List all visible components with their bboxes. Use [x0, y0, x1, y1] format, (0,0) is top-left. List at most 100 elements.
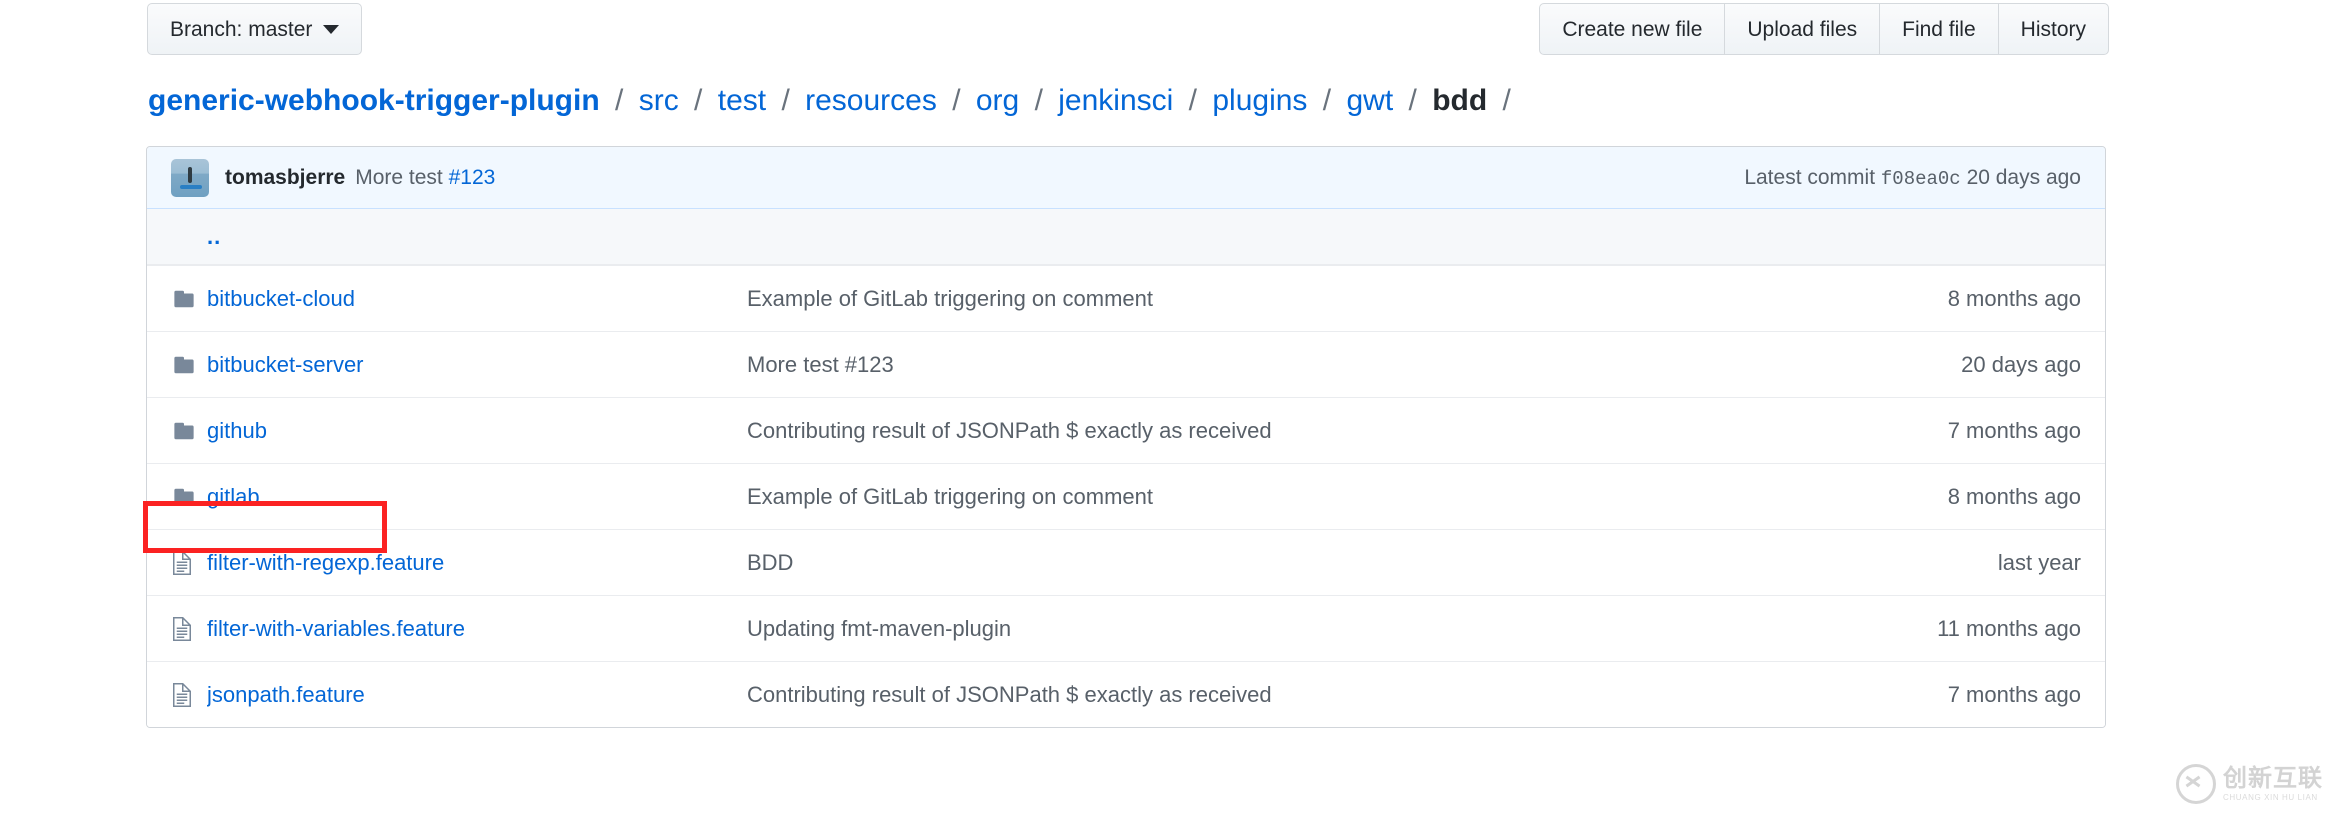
avatar	[171, 159, 209, 197]
row-name-cell: bitbucket-server	[207, 352, 747, 378]
row-age-cell: 8 months ago	[1745, 484, 2105, 510]
commit-issue-ref-link[interactable]: #123	[449, 166, 496, 189]
folder-icon	[171, 288, 197, 310]
breadcrumb-item-repo[interactable]: generic-webhook-trigger-plugin	[148, 84, 600, 117]
breadcrumb-separator: /	[1028, 84, 1050, 117]
row-message-cell: Example of GitLab triggering on comment	[747, 484, 1745, 510]
create-new-file-label: Create new file	[1562, 19, 1702, 40]
row-icon-cell	[147, 617, 207, 641]
parent-directory-label[interactable]: ..	[207, 224, 747, 250]
row-name-cell: bitbucket-cloud	[207, 286, 747, 312]
row-message-cell: More test #123	[747, 352, 1745, 378]
breadcrumb-item-bdd: bdd	[1432, 84, 1487, 117]
breadcrumb-separator: /	[774, 84, 796, 117]
watermark-logo-icon	[2176, 764, 2216, 804]
row-age-cell: 7 months ago	[1745, 682, 2105, 708]
row-age-cell: 11 months ago	[1745, 616, 2105, 642]
file-link[interactable]: jsonpath.feature	[207, 682, 365, 707]
latest-commit-meta: Latest commit f08ea0c 20 days ago	[1744, 166, 2081, 190]
file-link[interactable]: bitbucket-server	[207, 352, 364, 377]
row-age-cell: 7 months ago	[1745, 418, 2105, 444]
create-new-file-button[interactable]: Create new file	[1539, 3, 1725, 55]
parent-directory-row[interactable]: ..	[147, 209, 2105, 265]
file-link[interactable]: bitbucket-cloud	[207, 286, 355, 311]
table-row[interactable]: github Contributing result of JSONPath $…	[147, 397, 2105, 463]
watermark-cn-text: 创新互联	[2223, 767, 2323, 791]
row-age-cell: last year	[1745, 550, 2105, 576]
table-row[interactable]: filter-with-variables.feature Updating f…	[147, 595, 2105, 661]
row-name-cell: filter-with-variables.feature	[207, 616, 747, 642]
folder-icon	[171, 420, 197, 442]
watermark: 创新互联 CHUANG XIN HU LIAN	[2176, 764, 2323, 804]
row-age-cell: 8 months ago	[1745, 286, 2105, 312]
row-message-cell: Updating fmt-maven-plugin	[747, 616, 1745, 642]
row-message-cell: Example of GitLab triggering on comment	[747, 286, 1745, 312]
upload-files-button[interactable]: Upload files	[1724, 3, 1880, 55]
breadcrumb: generic-webhook-trigger-plugin / src / t…	[148, 80, 1518, 122]
row-name-cell: jsonpath.feature	[207, 682, 747, 708]
branch-selector-button[interactable]: Branch: master	[147, 3, 362, 55]
table-row[interactable]: jsonpath.feature Contributing result of …	[147, 661, 2105, 727]
latest-commit-bar: tomasbjerre More test #123 Latest commit…	[147, 147, 2105, 209]
row-icon-cell	[147, 486, 207, 508]
breadcrumb-item-resources[interactable]: resources	[805, 84, 937, 117]
row-name-cell: filter-with-regexp.feature	[207, 550, 747, 576]
row-age-cell: 20 days ago	[1745, 352, 2105, 378]
breadcrumb-item-org[interactable]: org	[976, 84, 1019, 117]
breadcrumb-item-jenkinsci[interactable]: jenkinsci	[1058, 84, 1173, 117]
breadcrumb-separator: /	[687, 84, 709, 117]
commit-author-link[interactable]: tomasbjerre	[225, 166, 345, 190]
find-file-label: Find file	[1902, 19, 1976, 40]
upload-files-label: Upload files	[1747, 19, 1857, 40]
find-file-button[interactable]: Find file	[1879, 3, 1999, 55]
row-message-cell: BDD	[747, 550, 1745, 576]
table-row[interactable]: bitbucket-server More test #123 20 days …	[147, 331, 2105, 397]
table-row[interactable]: bitbucket-cloud Example of GitLab trigge…	[147, 265, 2105, 331]
commit-age: 20 days ago	[1967, 166, 2081, 189]
avatar-board-shape	[180, 185, 202, 189]
folder-icon	[171, 354, 197, 376]
file-listing-table: tomasbjerre More test #123 Latest commit…	[146, 146, 2106, 728]
watermark-en-text: CHUANG XIN HU LIAN	[2223, 794, 2323, 802]
row-icon-cell	[147, 683, 207, 707]
commit-message-text: More test	[355, 166, 448, 189]
breadcrumb-item-plugins[interactable]: plugins	[1212, 84, 1307, 117]
breadcrumb-separator: /	[1402, 84, 1424, 117]
avatar-person-shape	[188, 167, 192, 183]
breadcrumb-separator: /	[1316, 84, 1338, 117]
history-label: History	[2021, 19, 2086, 40]
table-row[interactable]: filter-with-regexp.feature BDD last year	[147, 529, 2105, 595]
watermark-text: 创新互联 CHUANG XIN HU LIAN	[2223, 767, 2323, 802]
commit-message: More test #123	[355, 166, 495, 190]
breadcrumb-item-src[interactable]: src	[639, 84, 679, 117]
file-icon	[171, 683, 193, 707]
file-link[interactable]: github	[207, 418, 267, 443]
file-actions-group: Create new file Upload files Find file H…	[1539, 3, 2109, 55]
row-message-cell: Contributing result of JSONPath $ exactl…	[747, 682, 1745, 708]
row-name-cell: gitlab	[207, 484, 747, 510]
branch-selector-label: Branch: master	[170, 19, 312, 40]
row-icon-cell	[147, 551, 207, 575]
table-row-gitlab[interactable]: gitlab Example of GitLab triggering on c…	[147, 463, 2105, 529]
breadcrumb-separator: /	[608, 84, 630, 117]
file-link-gitlab[interactable]: gitlab	[207, 484, 260, 509]
repo-toolbar: Branch: master Create new file Upload fi…	[0, 0, 2337, 58]
file-icon	[171, 551, 193, 575]
folder-icon	[171, 486, 197, 508]
file-link[interactable]: filter-with-regexp.feature	[207, 550, 444, 575]
commit-sha-link[interactable]: f08ea0c	[1881, 168, 1961, 190]
history-button[interactable]: History	[1998, 3, 2109, 55]
breadcrumb-trailing-separator: /	[1496, 84, 1518, 117]
file-icon	[171, 617, 193, 641]
file-link[interactable]: filter-with-variables.feature	[207, 616, 465, 641]
breadcrumb-separator: /	[1182, 84, 1204, 117]
row-message-cell: Contributing result of JSONPath $ exactl…	[747, 418, 1745, 444]
breadcrumb-separator: /	[945, 84, 967, 117]
breadcrumb-item-test[interactable]: test	[718, 84, 766, 117]
breadcrumb-item-gwt[interactable]: gwt	[1346, 84, 1393, 117]
latest-commit-label: Latest commit	[1744, 166, 1875, 189]
row-name-cell: github	[207, 418, 747, 444]
row-icon-cell	[147, 354, 207, 376]
row-icon-cell	[147, 288, 207, 310]
chevron-down-icon	[323, 25, 339, 34]
